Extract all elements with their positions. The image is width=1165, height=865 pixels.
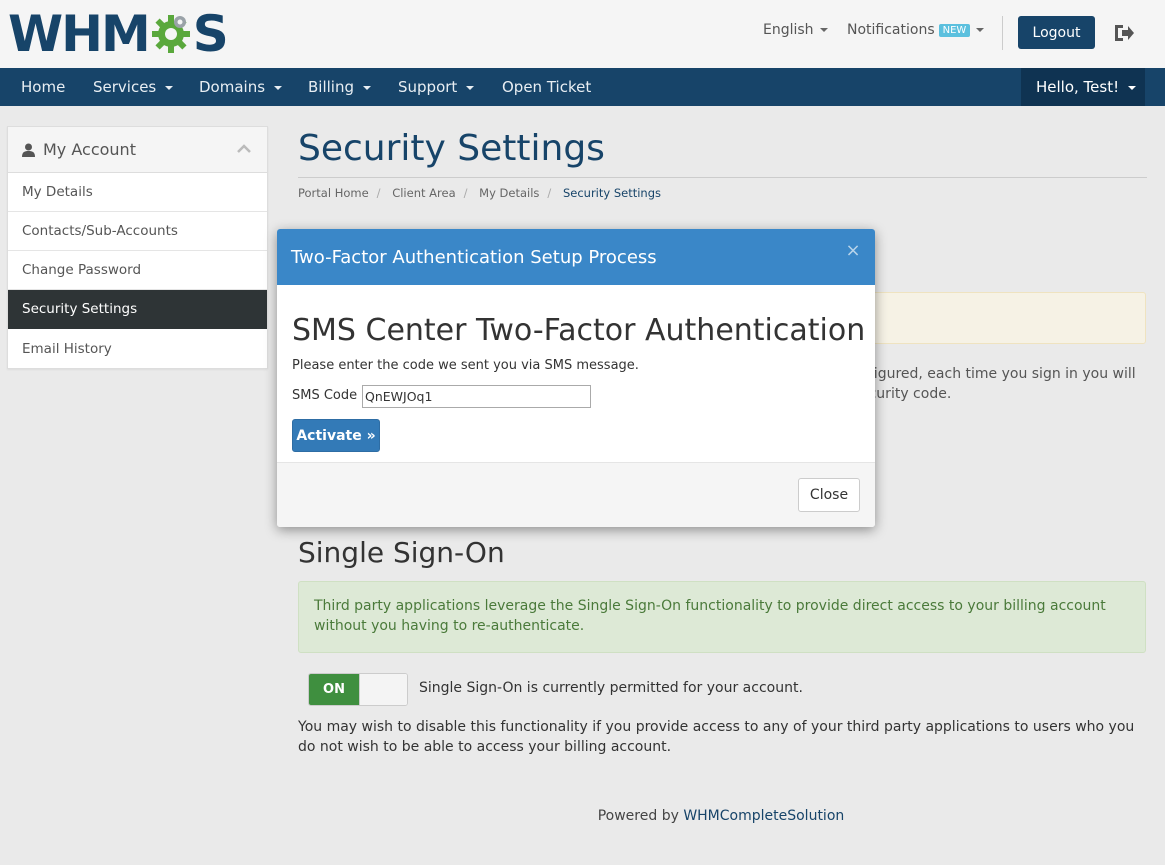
breadcrumb: Portal Home / Client Area / My Details / Se… (298, 186, 661, 200)
sidebar-item-label: Change Password (22, 262, 142, 278)
logo-text-left: WHM (8, 5, 151, 63)
two-factor-description-line: nfigured, each time you sign in you will (860, 366, 1136, 382)
sidebar-header[interactable]: My Account (8, 127, 267, 173)
notifications-label: Notifications (847, 22, 935, 38)
breadcrumb-separator: / (463, 186, 468, 200)
two-factor-description: nfigured, each time you sign in you will… (860, 364, 1150, 404)
gear-icon (151, 15, 190, 53)
chevron-down-icon (274, 85, 283, 90)
account-sidebar: My Account My Details Contacts/Sub-Accou… (7, 126, 268, 369)
sidebar-item-label: Contacts/Sub-Accounts (22, 223, 178, 239)
two-factor-description-line: ecurity code. (860, 386, 952, 402)
chevron-down-icon (1128, 85, 1137, 90)
sidebar-item-security-settings[interactable]: Security Settings (8, 290, 267, 329)
sidebar-item-label: My Details (22, 184, 93, 200)
breadcrumb-client-area[interactable]: Client Area (392, 186, 455, 200)
nav-home[interactable]: Home (21, 68, 65, 106)
modal-title: Two-Factor Authentication Setup Process (291, 246, 657, 268)
whmcs-logo[interactable]: WHM S (8, 5, 229, 63)
language-dropdown[interactable]: English (763, 22, 828, 38)
nav-domains[interactable]: Domains (199, 68, 283, 106)
chevron-down-icon (976, 28, 985, 32)
chevron-down-icon (165, 85, 174, 90)
user-greeting: Hello, Test! (1036, 78, 1120, 96)
page-title: Security Settings (298, 128, 605, 169)
sidebar-item-label: Email History (22, 340, 112, 357)
sidebar-item-label: Security Settings (22, 301, 138, 317)
sidebar-item-change-password[interactable]: Change Password (8, 251, 267, 290)
breadcrumb-current: Security Settings (562, 186, 662, 200)
language-label: English (763, 22, 814, 38)
notifications-dropdown[interactable]: Notifications NEW (847, 22, 985, 38)
close-icon[interactable]: × (845, 242, 861, 260)
sso-status-text: Single Sign-On is currently permitted fo… (419, 680, 803, 696)
breadcrumb-portal-home[interactable]: Portal Home (298, 186, 369, 200)
modal-header: Two-Factor Authentication Setup Process … (277, 229, 875, 285)
footer: Powered by WHMCompleteSolution (0, 808, 1165, 824)
sms-code-input[interactable] (362, 385, 591, 408)
footer-link[interactable]: WHMCompleteSolution (683, 808, 844, 824)
modal-footer: Close (277, 462, 875, 527)
close-button[interactable]: Close (798, 478, 860, 512)
sso-note: You may wish to disable this functionali… (298, 719, 1135, 755)
new-badge: NEW (938, 23, 971, 37)
chevron-down-icon (819, 28, 828, 32)
chevron-up-icon[interactable] (237, 144, 251, 154)
logout-button[interactable]: Logout (1018, 16, 1095, 49)
sidebar-item-contacts[interactable]: Contacts/Sub-Accounts (8, 212, 267, 251)
sidebar-title: My Account (43, 140, 136, 159)
toggle-knob[interactable] (359, 674, 407, 705)
nav-support-label: Support (398, 78, 458, 96)
toggle-on-label: ON (309, 674, 359, 705)
sso-toggle[interactable]: ON (308, 673, 408, 706)
nav-domains-label: Domains (199, 78, 266, 96)
sms-code-label: SMS Code (292, 388, 358, 403)
nav-billing[interactable]: Billing (308, 68, 371, 106)
chevron-down-icon (466, 85, 475, 90)
nav-services-label: Services (93, 78, 157, 96)
user-icon (22, 143, 35, 157)
breadcrumb-separator: / (547, 186, 552, 200)
footer-prefix: Powered by (597, 808, 684, 824)
sso-info-alert: Third party applications leverage the Si… (298, 581, 1146, 653)
modal-instruction: Please enter the code we sent you via SM… (292, 358, 639, 373)
nav-open-ticket[interactable]: Open Ticket (502, 68, 591, 106)
activate-button[interactable]: Activate » (292, 419, 380, 452)
logo-text-right: S (192, 5, 229, 63)
breadcrumb-my-details[interactable]: My Details (479, 186, 539, 200)
sidebar-item-my-details[interactable]: My Details (8, 173, 267, 212)
sso-heading: Single Sign-On (298, 536, 505, 569)
breadcrumb-separator: / (376, 186, 381, 200)
two-factor-modal: Two-Factor Authentication Setup Process … (277, 229, 875, 527)
sign-out-icon[interactable] (1113, 23, 1135, 43)
chevron-down-icon (363, 85, 371, 90)
sidebar-item-email-history[interactable]: Email History (8, 329, 267, 368)
header-divider (1002, 16, 1003, 50)
main-navbar: Home Services Domains Billing Support Op… (0, 68, 1165, 106)
modal-heading: SMS Center Two-Factor Authentication (292, 313, 866, 348)
nav-open-ticket-label: Open Ticket (502, 78, 592, 96)
top-header: WHM S English Notifications NEW Logout (0, 0, 1165, 68)
nav-support[interactable]: Support (398, 68, 475, 106)
nav-home-label: Home (21, 78, 66, 96)
title-divider (298, 177, 1147, 178)
two-factor-warning-box (860, 292, 1146, 344)
user-menu[interactable]: Hello, Test! (1021, 68, 1145, 106)
nav-services[interactable]: Services (93, 68, 174, 106)
nav-billing-label: Billing (308, 78, 354, 96)
